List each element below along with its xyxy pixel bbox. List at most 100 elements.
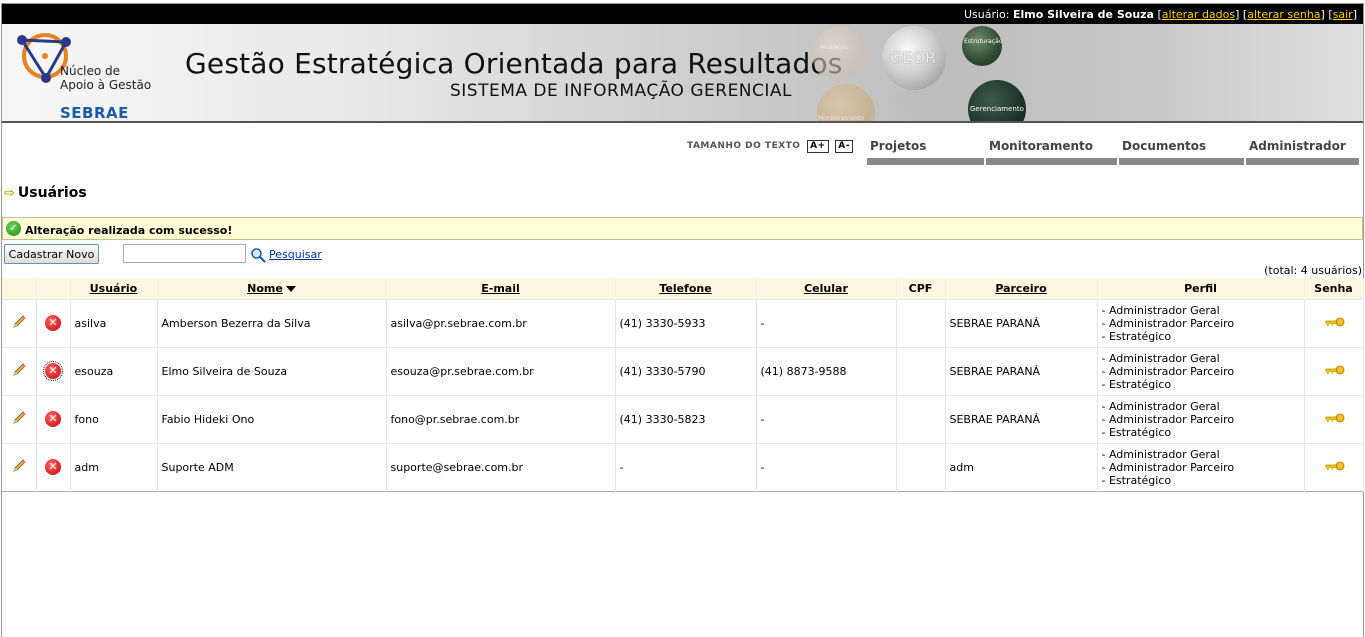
edit-cell	[2, 298, 37, 347]
cell-email: fono@pr.sebrae.com.br	[386, 394, 616, 443]
search-input[interactable]	[123, 244, 246, 263]
cell-cpf	[896, 442, 946, 491]
increase-text-button[interactable]: A+	[807, 140, 829, 153]
nav-item-label: Administrador	[1249, 139, 1346, 153]
pencil-icon[interactable]	[11, 410, 27, 429]
cell-email: asilva@pr.sebrae.com.br	[386, 298, 616, 347]
cell-celular: -	[756, 394, 897, 443]
col-header-telefone[interactable]: Telefone	[615, 278, 757, 299]
cell-cpf	[896, 346, 946, 395]
geor-sphere-reflection	[882, 90, 946, 121]
delete-icon[interactable]: ✕	[45, 459, 61, 475]
estruturacao-sphere	[962, 26, 1002, 66]
cell-perfil: - Administrador Geral - Administrador Par…	[1097, 394, 1305, 443]
col-header-usuario[interactable]: Usuário	[70, 278, 158, 299]
cadastrar-novo-button[interactable]: Cadastrar Novo	[4, 244, 99, 264]
user-prefix: Usuário:	[963, 8, 1013, 21]
text-size-label: TAMANHO DO TEXTO	[687, 141, 801, 151]
arrow-right-icon: ⇨	[4, 186, 15, 201]
cell-parceiro: SEBRAE PARANÁ	[945, 346, 1098, 395]
estruturacao-sphere-label: Estruturação	[964, 38, 1003, 45]
key-icon[interactable]	[1323, 460, 1345, 475]
col-header-celular[interactable]: Celular	[756, 278, 897, 299]
perfil-item: - Estratégico	[1101, 473, 1172, 487]
cell-parceiro: SEBRAE PARANÁ	[945, 298, 1098, 347]
pencil-icon[interactable]	[11, 458, 27, 477]
col-header-parceiro[interactable]: Parceiro	[945, 278, 1098, 299]
text-size-control: TAMANHO DO TEXTO A+ A-	[687, 140, 853, 153]
top-bar: Usuário: Elmo Silveira de Souza [alterar…	[2, 4, 1363, 24]
col-header-nome[interactable]: Nome	[157, 278, 387, 299]
faded-sphere-label-2: Monitoramento	[818, 115, 864, 122]
perfil-item: - Administrador Parceiro	[1101, 316, 1235, 330]
cell-usuario: fono	[70, 394, 158, 443]
alterar-senha-link[interactable]: alterar senha	[1247, 8, 1320, 21]
key-icon[interactable]	[1323, 364, 1345, 379]
faded-sphere-label-1: Avaliação	[820, 44, 849, 51]
cell-telefone: -	[615, 442, 757, 491]
nav-underline	[1246, 158, 1359, 165]
nav-item-label: Monitoramento	[989, 139, 1094, 153]
nav-item-projetos[interactable]: Projetos	[867, 139, 984, 165]
cell-nome: Suporte ADM	[157, 442, 387, 491]
nav-item-documentos[interactable]: Documentos	[1119, 139, 1244, 165]
nav-item-monitoramento[interactable]: Monitoramento	[986, 139, 1117, 165]
sair-link[interactable]: sair	[1333, 8, 1353, 21]
gerenciamento-sphere	[968, 80, 1026, 121]
check-icon: ✓	[6, 221, 21, 236]
alterar-dados-link[interactable]: alterar dados	[1162, 8, 1235, 21]
search-icon[interactable]	[250, 247, 266, 263]
col-header-perfil: Perfil	[1097, 278, 1305, 299]
edit-cell	[2, 394, 37, 443]
col-edit	[2, 278, 37, 299]
perfil-item: - Administrador Parceiro	[1101, 364, 1235, 378]
cell-parceiro: SEBRAE PARANÁ	[945, 394, 1098, 443]
perfil-item: - Administrador Geral	[1101, 351, 1220, 365]
cell-usuario: asilva	[70, 298, 158, 347]
nav-item-administrador[interactable]: Administrador	[1246, 139, 1359, 165]
table-row: ✕ esouza Elmo Silveira de Souza esouza@pr.s…	[2, 346, 1364, 395]
cell-celular: -	[756, 298, 897, 347]
decrease-text-button[interactable]: A-	[835, 140, 853, 153]
logo-line2: Apoio à Gestão	[60, 78, 152, 92]
cell-nome: Fabio Hideki Ono	[157, 394, 387, 443]
system-subtitle: SISTEMA DE INFORMAÇÃO GERENCIAL	[450, 81, 793, 101]
page-title: ⇨ Usuários	[4, 185, 87, 201]
perfil-item: - Estratégico	[1101, 377, 1172, 391]
page-title-text: Usuários	[17, 185, 87, 201]
table-row: ✕ adm Suporte ADM suporte@sebrae.com.br - - ad…	[2, 442, 1364, 491]
logo-text: Núcleo de Apoio à Gestão	[60, 64, 151, 92]
nav-underline	[1119, 158, 1244, 165]
nav-item-label: Documentos	[1122, 139, 1207, 153]
senha-cell	[1304, 298, 1364, 347]
cell-usuario: adm	[70, 442, 158, 491]
cell-celular: -	[756, 442, 897, 491]
delete-cell: ✕	[36, 394, 71, 443]
pencil-icon[interactable]	[11, 314, 27, 333]
system-title: Gestão Estratégica Orientada para Result…	[185, 47, 843, 80]
delete-icon[interactable]: ✕	[43, 361, 63, 381]
col-header-email[interactable]: E-mail	[386, 278, 616, 299]
delete-icon[interactable]: ✕	[45, 315, 61, 331]
user-name: Elmo Silveira de Souza	[1013, 8, 1154, 21]
key-icon[interactable]	[1323, 412, 1345, 427]
delete-icon[interactable]: ✕	[45, 411, 61, 427]
cell-celular: (41) 8873-9588	[756, 346, 897, 395]
cell-email: esouza@pr.sebrae.com.br	[386, 346, 616, 395]
perfil-item: - Administrador Geral	[1101, 447, 1220, 461]
table-header-row: Usuário Nome E-mail Telefone Celular CPF…	[2, 278, 1364, 299]
pencil-icon[interactable]	[11, 362, 27, 381]
key-icon[interactable]	[1323, 316, 1345, 331]
total-count: (total: 4 usuários)	[1264, 264, 1362, 277]
cell-usuario: esouza	[70, 346, 158, 395]
success-message-text: Alteração realizada com sucesso!	[25, 224, 233, 237]
cell-parceiro: adm	[945, 442, 1098, 491]
cell-telefone: (41) 3330-5823	[615, 394, 757, 443]
perfil-item: - Administrador Geral	[1101, 303, 1220, 317]
pesquisar-link[interactable]: Pesquisar	[269, 248, 322, 261]
cell-cpf	[896, 394, 946, 443]
nav-item-label: Projetos	[870, 139, 927, 153]
table-row: ✕ fono Fabio Hideki Ono fono@pr.sebrae.com.…	[2, 394, 1364, 443]
header-banner: Núcleo de Apoio à Gestão SEBRAE Gestão E…	[2, 24, 1363, 123]
success-message-bar: ✓ Alteração realizada com sucesso!	[2, 217, 1363, 240]
